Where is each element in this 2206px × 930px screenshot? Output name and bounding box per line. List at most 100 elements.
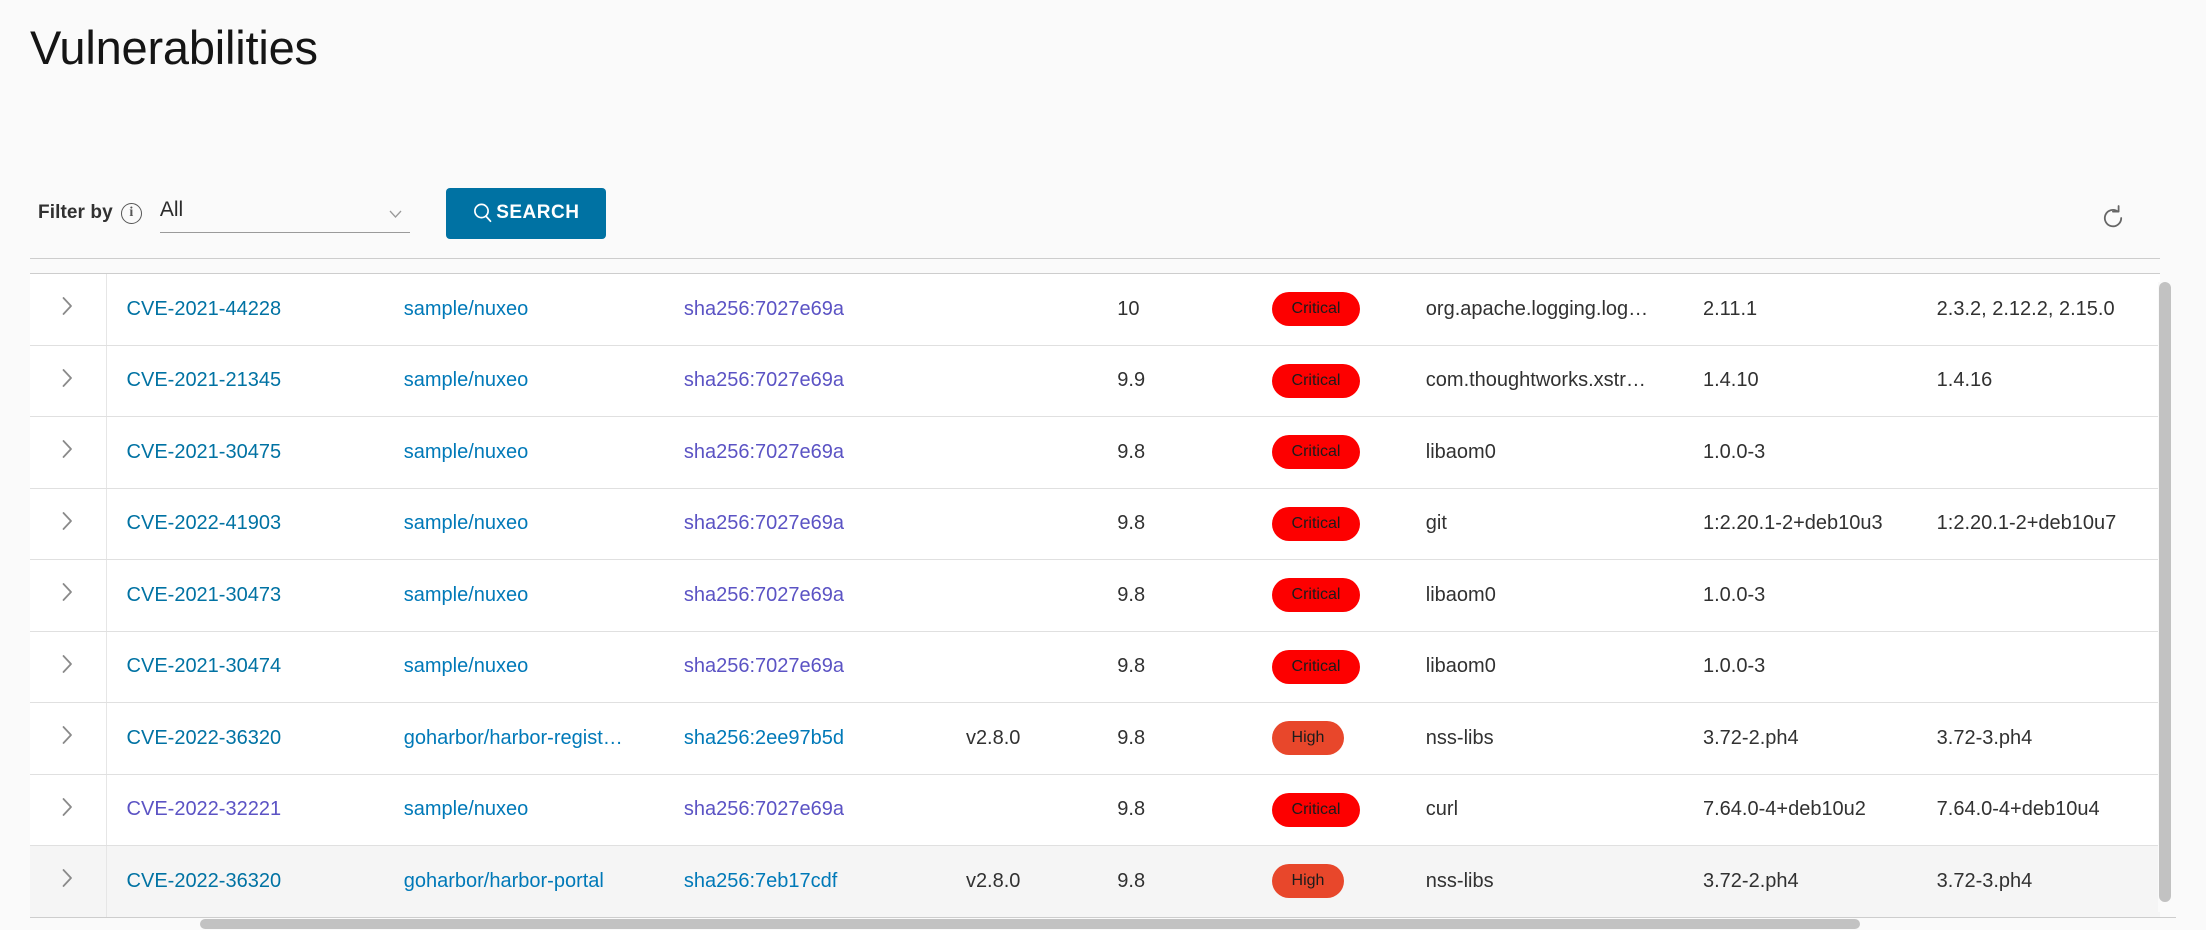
cve-link[interactable]: CVE-2022-41903 (127, 512, 282, 535)
cell-severity: Critical (1252, 489, 1406, 560)
refresh-button[interactable] (2092, 198, 2134, 240)
table-row[interactable]: CVE-2022-36320 goharbor/harbor-portal sha2… (30, 846, 2160, 918)
vertical-scrollbar[interactable] (2158, 282, 2172, 912)
repository-link[interactable]: sample/nuxeo (404, 584, 529, 607)
repository-link[interactable]: goharbor/harbor-portal (404, 870, 604, 893)
row-expand-button[interactable] (30, 724, 106, 752)
cve-link[interactable]: CVE-2021-30474 (127, 655, 282, 678)
cve-link[interactable]: CVE-2022-32221 (127, 798, 282, 821)
row-expand-button[interactable] (30, 367, 106, 395)
horizontal-scrollbar-thumb[interactable] (200, 919, 1860, 929)
table-row[interactable]: CVE-2021-30474 sample/nuxeo sha256:7027e69… (30, 632, 2160, 704)
repository-link[interactable]: goharbor/harbor-regist… (404, 727, 623, 750)
cell-cve: CVE-2021-21345 (106, 346, 384, 417)
cell-fixed-version: 1:2.20.1-2+deb10u7 (1917, 489, 2160, 560)
digest-link[interactable]: sha256:7027e69a (684, 441, 844, 464)
cell-digest: sha256:7027e69a (664, 489, 946, 560)
digest-link[interactable]: sha256:7027e69a (684, 584, 844, 607)
cell-repository: sample/nuxeo (384, 632, 664, 703)
repository-link[interactable]: sample/nuxeo (404, 369, 529, 392)
status-badge: Critical (1272, 507, 1361, 541)
cell-package: git (1406, 489, 1683, 560)
chevron-right-icon (61, 510, 75, 538)
cell-score: 9.8 (1097, 703, 1251, 774)
cell-tag (946, 274, 1097, 345)
cell-cve: CVE-2022-32221 (106, 775, 384, 846)
repository-link[interactable]: sample/nuxeo (404, 441, 529, 464)
digest-link[interactable]: sha256:7027e69a (684, 298, 844, 321)
cell-current-version: 1:2.20.1-2+deb10u3 (1683, 489, 1917, 560)
table-row[interactable]: CVE-2022-32221 sample/nuxeo sha256:7027e69… (30, 775, 2160, 847)
cell-score: 9.8 (1097, 417, 1251, 488)
cve-link[interactable]: CVE-2021-30473 (127, 584, 282, 607)
status-badge: Critical (1272, 364, 1361, 398)
status-badge: High (1272, 864, 1345, 898)
repository-link[interactable]: sample/nuxeo (404, 512, 529, 535)
status-badge: Critical (1272, 578, 1361, 612)
chevron-right-icon (61, 581, 75, 609)
cell-tag (946, 346, 1097, 417)
cell-severity: High (1252, 846, 1406, 917)
search-icon (472, 202, 494, 224)
cve-link[interactable]: CVE-2021-21345 (127, 369, 282, 392)
cell-repository: sample/nuxeo (384, 775, 664, 846)
cell-current-version: 7.64.0-4+deb10u2 (1683, 775, 1917, 846)
repository-link[interactable]: sample/nuxeo (404, 298, 529, 321)
info-circle-icon[interactable]: i (121, 203, 142, 224)
row-expand-button[interactable] (30, 295, 106, 323)
cell-severity: Critical (1252, 632, 1406, 703)
cell-score: 9.9 (1097, 346, 1251, 417)
cve-link[interactable]: CVE-2021-44228 (127, 298, 282, 321)
filter-select-value: All (160, 198, 183, 228)
row-expand-button[interactable] (30, 653, 106, 681)
cve-link[interactable]: CVE-2021-30475 (127, 441, 282, 464)
vertical-scrollbar-thumb[interactable] (2159, 282, 2171, 902)
digest-link[interactable]: sha256:7027e69a (684, 655, 844, 678)
cell-package: libaom0 (1406, 632, 1683, 703)
cell-digest: sha256:7027e69a (664, 346, 946, 417)
row-expand-button[interactable] (30, 510, 106, 538)
digest-link[interactable]: sha256:7027e69a (684, 369, 844, 392)
cell-package: curl (1406, 775, 1683, 846)
cell-repository: sample/nuxeo (384, 417, 664, 488)
cell-severity: Critical (1252, 274, 1406, 345)
table-row[interactable]: CVE-2021-44228 sample/nuxeo sha256:7027e69… (30, 274, 2160, 346)
cell-package: nss-libs (1406, 846, 1683, 917)
row-expand-button[interactable] (30, 796, 106, 824)
cell-package: org.apache.logging.log… (1406, 274, 1683, 345)
horizontal-scrollbar[interactable] (30, 918, 2176, 930)
cve-link[interactable]: CVE-2022-36320 (127, 727, 282, 750)
digest-link[interactable]: sha256:2ee97b5d (684, 727, 844, 750)
row-expand-button[interactable] (30, 867, 106, 895)
cve-link[interactable]: CVE-2022-36320 (127, 870, 282, 893)
digest-link[interactable]: sha256:7027e69a (684, 512, 844, 535)
chevron-right-icon (61, 295, 75, 323)
table-row[interactable]: CVE-2022-41903 sample/nuxeo sha256:7027e69… (30, 489, 2160, 561)
cell-cve: CVE-2021-44228 (106, 274, 384, 345)
search-button[interactable]: SEARCH (446, 188, 606, 239)
cell-fixed-version: 3.72-3.ph4 (1917, 703, 2160, 774)
cell-tag: v2.8.0 (946, 703, 1097, 774)
digest-link[interactable]: sha256:7027e69a (684, 798, 844, 821)
chevron-right-icon (61, 796, 75, 824)
cell-digest: sha256:7027e69a (664, 775, 946, 846)
cell-score: 9.8 (1097, 846, 1251, 917)
repository-link[interactable]: sample/nuxeo (404, 798, 529, 821)
cell-current-version: 1.0.0-3 (1683, 417, 1917, 488)
cell-score: 9.8 (1097, 560, 1251, 631)
row-expand-button[interactable] (30, 438, 106, 466)
cell-package: libaom0 (1406, 560, 1683, 631)
table-row[interactable]: CVE-2021-30473 sample/nuxeo sha256:7027e69… (30, 560, 2160, 632)
filter-select[interactable]: All (160, 193, 410, 233)
table-row[interactable]: CVE-2021-30475 sample/nuxeo sha256:7027e69… (30, 417, 2160, 489)
row-expand-button[interactable] (30, 581, 106, 609)
cell-fixed-version (1917, 560, 2160, 631)
cell-tag (946, 560, 1097, 631)
table-row[interactable]: CVE-2021-21345 sample/nuxeo sha256:7027e69… (30, 346, 2160, 418)
repository-link[interactable]: sample/nuxeo (404, 655, 529, 678)
cell-current-version: 1.0.0-3 (1683, 560, 1917, 631)
cell-cve: CVE-2021-30475 (106, 417, 384, 488)
table-row[interactable]: CVE-2022-36320 goharbor/harbor-regist… sha… (30, 703, 2160, 775)
search-button-label: SEARCH (496, 202, 579, 224)
digest-link[interactable]: sha256:7eb17cdf (684, 870, 837, 893)
